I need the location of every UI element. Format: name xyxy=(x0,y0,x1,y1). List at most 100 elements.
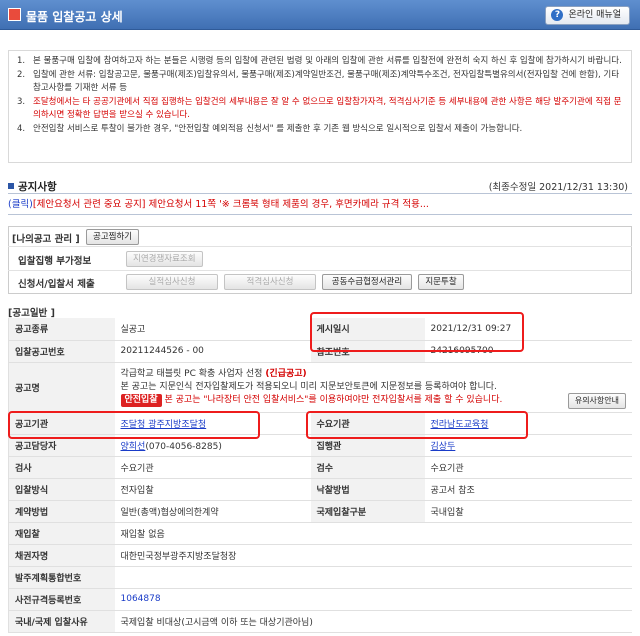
notice-box: 1. 본 물품구매 입찰에 참여하고자 하는 분들은 시행령 등의 입찰에 관련된… xyxy=(8,50,632,163)
my-notice-label: [나의공고 관리 ] xyxy=(12,234,80,245)
plan-no-label: 발주계획통합번호 xyxy=(8,566,115,589)
notice-text: 안전입찰 서비스로 투찰이 불가한 경우, "안전입찰 예외적용 신청서" 를 … xyxy=(33,123,523,134)
notice-name-cell: 각급학교 태블릿 PC 확충 사업자 선정 (긴급공고) 본 공고는 지문인식 … xyxy=(114,362,632,413)
intl-bid-value: 국내입찰 xyxy=(424,500,632,523)
fingerprint-bid-button[interactable]: 지문투찰 xyxy=(418,274,464,290)
org-label: 공고기관 xyxy=(8,412,115,435)
table-row: 입찰공고번호 20211244526 - 00 참조번호 24216095700 xyxy=(8,340,632,363)
executor-label: 집행관 xyxy=(310,434,425,457)
delayed-competition-button[interactable]: 지연경쟁자료조회 xyxy=(126,251,203,267)
general-label: [공고일반 ] xyxy=(8,308,55,319)
notice-number: 4. xyxy=(17,123,26,134)
table-row: 검사 수요기관 검수 수요기관 xyxy=(8,456,632,479)
notice-item: 2. 입찰에 관한 서류: 입찰공고문, 물품구매(제조)입찰유의서, 물품구매(… xyxy=(17,69,623,96)
prespec-link[interactable]: 1064878 xyxy=(121,594,161,604)
notice-number: 2. xyxy=(17,69,26,80)
page-title: 물품 입찰공고 상세 xyxy=(26,10,123,24)
executor-link[interactable]: 김상두 xyxy=(431,442,456,452)
notice-no-value: 20211244526 - 00 xyxy=(114,340,311,363)
bid-method-value: 전자입찰 xyxy=(114,478,311,501)
table-row: 발주계획통합번호 xyxy=(8,566,632,589)
notice-name-label: 공고명 xyxy=(8,362,115,413)
divider xyxy=(8,214,632,215)
contract-method-label: 계약방법 xyxy=(8,500,115,523)
notice-item: 3. 조달청에서는 타 공공기관에서 직접 집행하는 입찰건의 세부내용은 잘 알… xyxy=(17,96,623,123)
performance-review-button[interactable]: 실적심사신청 xyxy=(126,274,218,290)
urgent-tag: (긴급공고) xyxy=(265,368,307,379)
type-label: 공고종류 xyxy=(8,318,115,341)
bid-reason-value: 국제입찰 비대상(고시금액 이하 또는 대상기관아님) xyxy=(114,610,632,633)
contract-method-value: 일반(총액)협상에의한계약 xyxy=(114,500,311,523)
notice-no-label: 입찰공고번호 xyxy=(8,340,115,363)
inspection-label: 검사 xyxy=(8,456,115,479)
acceptance-label: 검수 xyxy=(310,456,425,479)
posted-value: 2021/12/31 09:27 xyxy=(424,318,632,341)
divider xyxy=(8,270,632,271)
notice-number: 3. xyxy=(17,96,26,107)
prespec-value: 1064878 xyxy=(114,588,632,611)
table-row: 국내/국제 입찰사유 국제입찰 비대상(고시금액 이하 또는 대상기관아님) xyxy=(8,610,632,633)
online-manual-button[interactable]: ? 온라인 매뉴얼 xyxy=(545,6,630,25)
manager-link[interactable]: 양희선 xyxy=(121,442,146,452)
creditor-value: 대한민국정부광주지방조달청장 xyxy=(114,544,632,567)
safe-bid-note: 본 공고는 "나라장터 안전 입찰서비스"를 이용하여야만 전자입찰서를 제출 … xyxy=(164,394,503,405)
table-row: 공고종류 실공고 게시일시 2021/12/31 09:27 xyxy=(8,318,632,341)
title-bar: 물품 입찰공고 상세 ? 온라인 매뉴얼 xyxy=(0,0,640,30)
online-manual-label: 온라인 매뉴얼 xyxy=(568,10,621,20)
org-link[interactable]: 조달청 광주지방조달청 xyxy=(121,420,207,430)
notice-item: 4. 안전입찰 서비스로 투찰이 불가한 경우, "안전입찰 예외적용 신청서" … xyxy=(17,123,623,137)
notice-text: 본 물품구매 입찰에 참여하고자 하는 분들은 시행령 등의 입찰에 관련된 법… xyxy=(33,56,622,66)
demand-link[interactable]: 전라남도교육청 xyxy=(431,420,489,430)
notice-text: 입찰에 관한 서류: 입찰공고문, 물품구매(제조)입찰유의서, 물품구매(제조… xyxy=(33,69,620,94)
notice-number: 1. xyxy=(17,56,26,66)
notice-link[interactable]: (클릭)[제안요청서 관련 중요 공지] 제안요청서 11쪽 '※ 크롬북 형태… xyxy=(8,196,429,210)
table-row: 공고기관 조달청 광주지방조달청 수요기관 전라남도교육청 xyxy=(8,412,632,435)
table-row: 사전규격등록번호 1064878 xyxy=(8,588,632,611)
divider xyxy=(8,246,632,247)
notice-link-text: [제안요청서 관련 중요 공지] 제안요청서 11쪽 '※ 크롬북 형태 제품의… xyxy=(32,199,429,210)
executor-value: 김상두 xyxy=(424,434,632,457)
posted-label: 게시일시 xyxy=(310,318,425,341)
section-title: 공지사항 xyxy=(8,179,57,194)
document-icon xyxy=(8,8,21,21)
table-row: 채권자명 대한민국정부광주지방조달청장 xyxy=(8,544,632,567)
divider xyxy=(8,193,632,194)
section-title-text: 공지사항 xyxy=(18,181,57,193)
safe-bid-badge: 안전입찰 xyxy=(120,393,162,407)
type-value: 실공고 xyxy=(114,318,311,341)
submit-bid-label: 신청서/입찰서 제출 xyxy=(18,279,95,290)
table-row: 공고담당자 양희선(070-4056-8285) 집행관 김상두 xyxy=(8,434,632,457)
rebid-value: 재입찰 없음 xyxy=(114,522,632,545)
qualification-review-button[interactable]: 적격심사신청 xyxy=(224,274,316,290)
intl-bid-label: 국제입찰구분 xyxy=(310,500,425,523)
acceptance-value: 수요기관 xyxy=(424,456,632,479)
notice-detail-table: 공고종류 실공고 게시일시 2021/12/31 09:27 입찰공고번호 20… xyxy=(8,318,632,633)
fingerprint-note: 본 공고는 지문인식 전자입찰제도가 적용되오니 미리 지문보안토큰에 지문정보… xyxy=(120,381,497,392)
notice-item: 1. 본 물품구매 입찰에 참여하고자 하는 분들은 시행령 등의 입찰에 관련된… xyxy=(17,55,623,69)
manager-phone: (070-4056-8285) xyxy=(145,441,222,452)
bid-reason-label: 국내/국제 입찰사유 xyxy=(8,610,115,633)
table-row: 입찰방식 전자입찰 낙찰방법 공고서 참조 xyxy=(8,478,632,501)
inspection-value: 수요기관 xyxy=(114,456,311,479)
bullet-icon xyxy=(8,183,14,189)
award-method-label: 낙찰방법 xyxy=(310,478,425,501)
table-row: 공고명 각급학교 태블릿 PC 확충 사업자 선정 (긴급공고) 본 공고는 지… xyxy=(8,362,632,413)
ref-no-value: 24216095700 xyxy=(424,340,632,363)
table-row: 재입찰 재입찰 없음 xyxy=(8,522,632,545)
rebid-label: 재입찰 xyxy=(8,522,115,545)
demand-value: 전라남도교육청 xyxy=(424,412,632,435)
bid-method-label: 입찰방식 xyxy=(8,478,115,501)
award-method-value: 공고서 참조 xyxy=(424,478,632,501)
manager-value: 양희선(070-4056-8285) xyxy=(114,434,311,457)
bid-extra-info-label: 입찰집행 부가정보 xyxy=(18,256,92,267)
creditor-label: 채권자명 xyxy=(8,544,115,567)
manager-label: 공고담당자 xyxy=(8,434,115,457)
ref-no-label: 참조번호 xyxy=(310,340,425,363)
org-value: 조달청 광주지방조달청 xyxy=(114,412,311,435)
joint-agreement-button[interactable]: 공동수급협정서관리 xyxy=(322,274,412,290)
notice-text: 조달청에서는 타 공공기관에서 직접 집행하는 입찰건의 세부내용은 잘 알 수… xyxy=(33,96,622,121)
bookmark-notice-button[interactable]: 공고찜하기 xyxy=(86,229,140,245)
safe-bid-guide-button[interactable]: 유의사항안내 xyxy=(567,392,626,409)
help-icon: ? xyxy=(551,9,564,21)
notice-link-prefix: (클릭) xyxy=(8,199,33,210)
